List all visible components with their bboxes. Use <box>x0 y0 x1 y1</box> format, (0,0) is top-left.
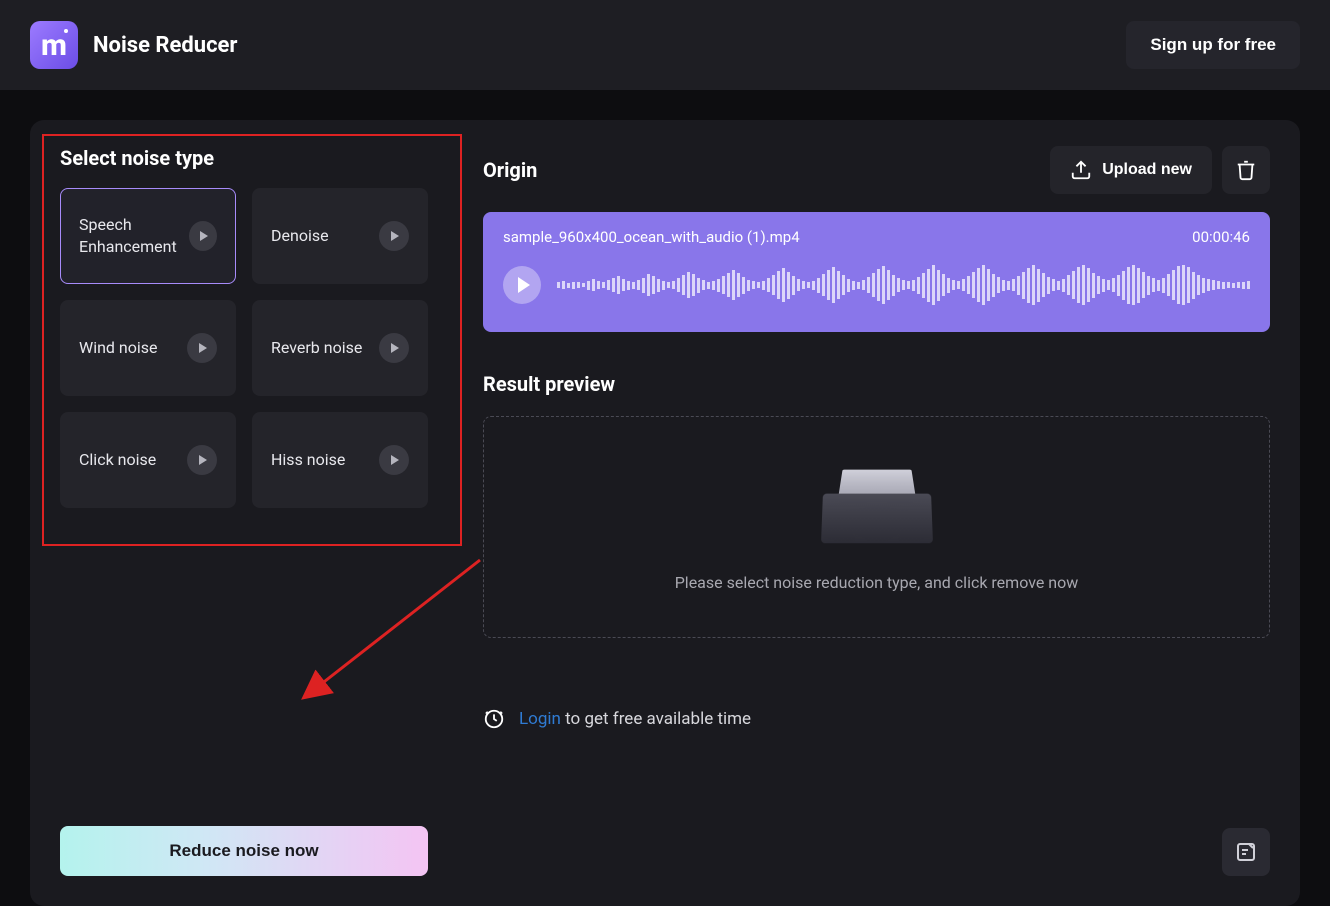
play-preview-icon[interactable] <box>379 333 409 363</box>
reduce-noise-button[interactable]: Reduce noise now <box>60 826 428 876</box>
play-origin-button[interactable] <box>503 266 541 304</box>
feedback-icon <box>1234 840 1258 864</box>
noise-type-speech-enhancement[interactable]: Speech Enhancement <box>60 188 236 284</box>
waveform-bars[interactable] <box>557 260 1250 310</box>
feedback-button[interactable] <box>1222 828 1270 876</box>
delete-button[interactable] <box>1222 146 1270 194</box>
noise-type-grid: Speech Enhancement Denoise Wind noise Re… <box>60 188 428 508</box>
footer-row: Login to get free available time <box>483 708 1270 730</box>
result-preview-box: Please select noise reduction type, and … <box>483 416 1270 638</box>
noise-type-reverb[interactable]: Reverb noise <box>252 300 428 396</box>
footer-text: to get free available time <box>561 709 751 729</box>
brand-logo-icon: m <box>30 21 78 69</box>
trash-icon <box>1235 159 1257 181</box>
result-section-title: Result preview <box>483 372 1270 396</box>
play-preview-icon[interactable] <box>187 445 217 475</box>
noise-type-label: Hiss noise <box>271 449 345 471</box>
annotation-arrow-icon <box>260 550 490 710</box>
clock-icon <box>483 708 505 730</box>
play-preview-icon[interactable] <box>189 221 217 251</box>
app-header: m Noise Reducer Sign up for free <box>0 0 1330 90</box>
main-panel: Select noise type Speech Enhancement Den… <box>30 120 1300 906</box>
result-hint-text: Please select noise reduction type, and … <box>675 573 1079 592</box>
origin-filename: sample_960x400_ocean_with_audio (1).mp4 <box>503 228 800 246</box>
noise-type-click[interactable]: Click noise <box>60 412 236 508</box>
play-preview-icon[interactable] <box>187 333 217 363</box>
brand: m Noise Reducer <box>30 21 238 69</box>
empty-tray-icon <box>822 463 932 543</box>
origin-duration: 00:00:46 <box>1192 228 1250 246</box>
noise-type-label: Reverb noise <box>271 337 362 359</box>
right-column: Origin Upload new <box>483 140 1270 876</box>
noise-type-denoise[interactable]: Denoise <box>252 188 428 284</box>
login-link[interactable]: Login <box>519 709 561 729</box>
noise-type-label: Speech Enhancement <box>79 214 189 259</box>
play-preview-icon[interactable] <box>379 445 409 475</box>
upload-new-label: Upload new <box>1102 161 1192 179</box>
noise-section-title: Select noise type <box>60 146 428 170</box>
noise-type-label: Wind noise <box>79 337 158 359</box>
origin-section-title: Origin <box>483 158 537 182</box>
signup-button[interactable]: Sign up for free <box>1126 21 1300 69</box>
left-column: Select noise type Speech Enhancement Den… <box>60 140 428 876</box>
upload-icon <box>1070 159 1092 181</box>
origin-waveform: sample_960x400_ocean_with_audio (1).mp4 … <box>483 212 1270 332</box>
noise-type-wind[interactable]: Wind noise <box>60 300 236 396</box>
upload-new-button[interactable]: Upload new <box>1050 146 1212 194</box>
noise-type-label: Denoise <box>271 225 329 247</box>
noise-type-hiss[interactable]: Hiss noise <box>252 412 428 508</box>
noise-type-label: Click noise <box>79 449 156 471</box>
app-title: Noise Reducer <box>93 33 238 58</box>
play-preview-icon[interactable] <box>379 221 409 251</box>
